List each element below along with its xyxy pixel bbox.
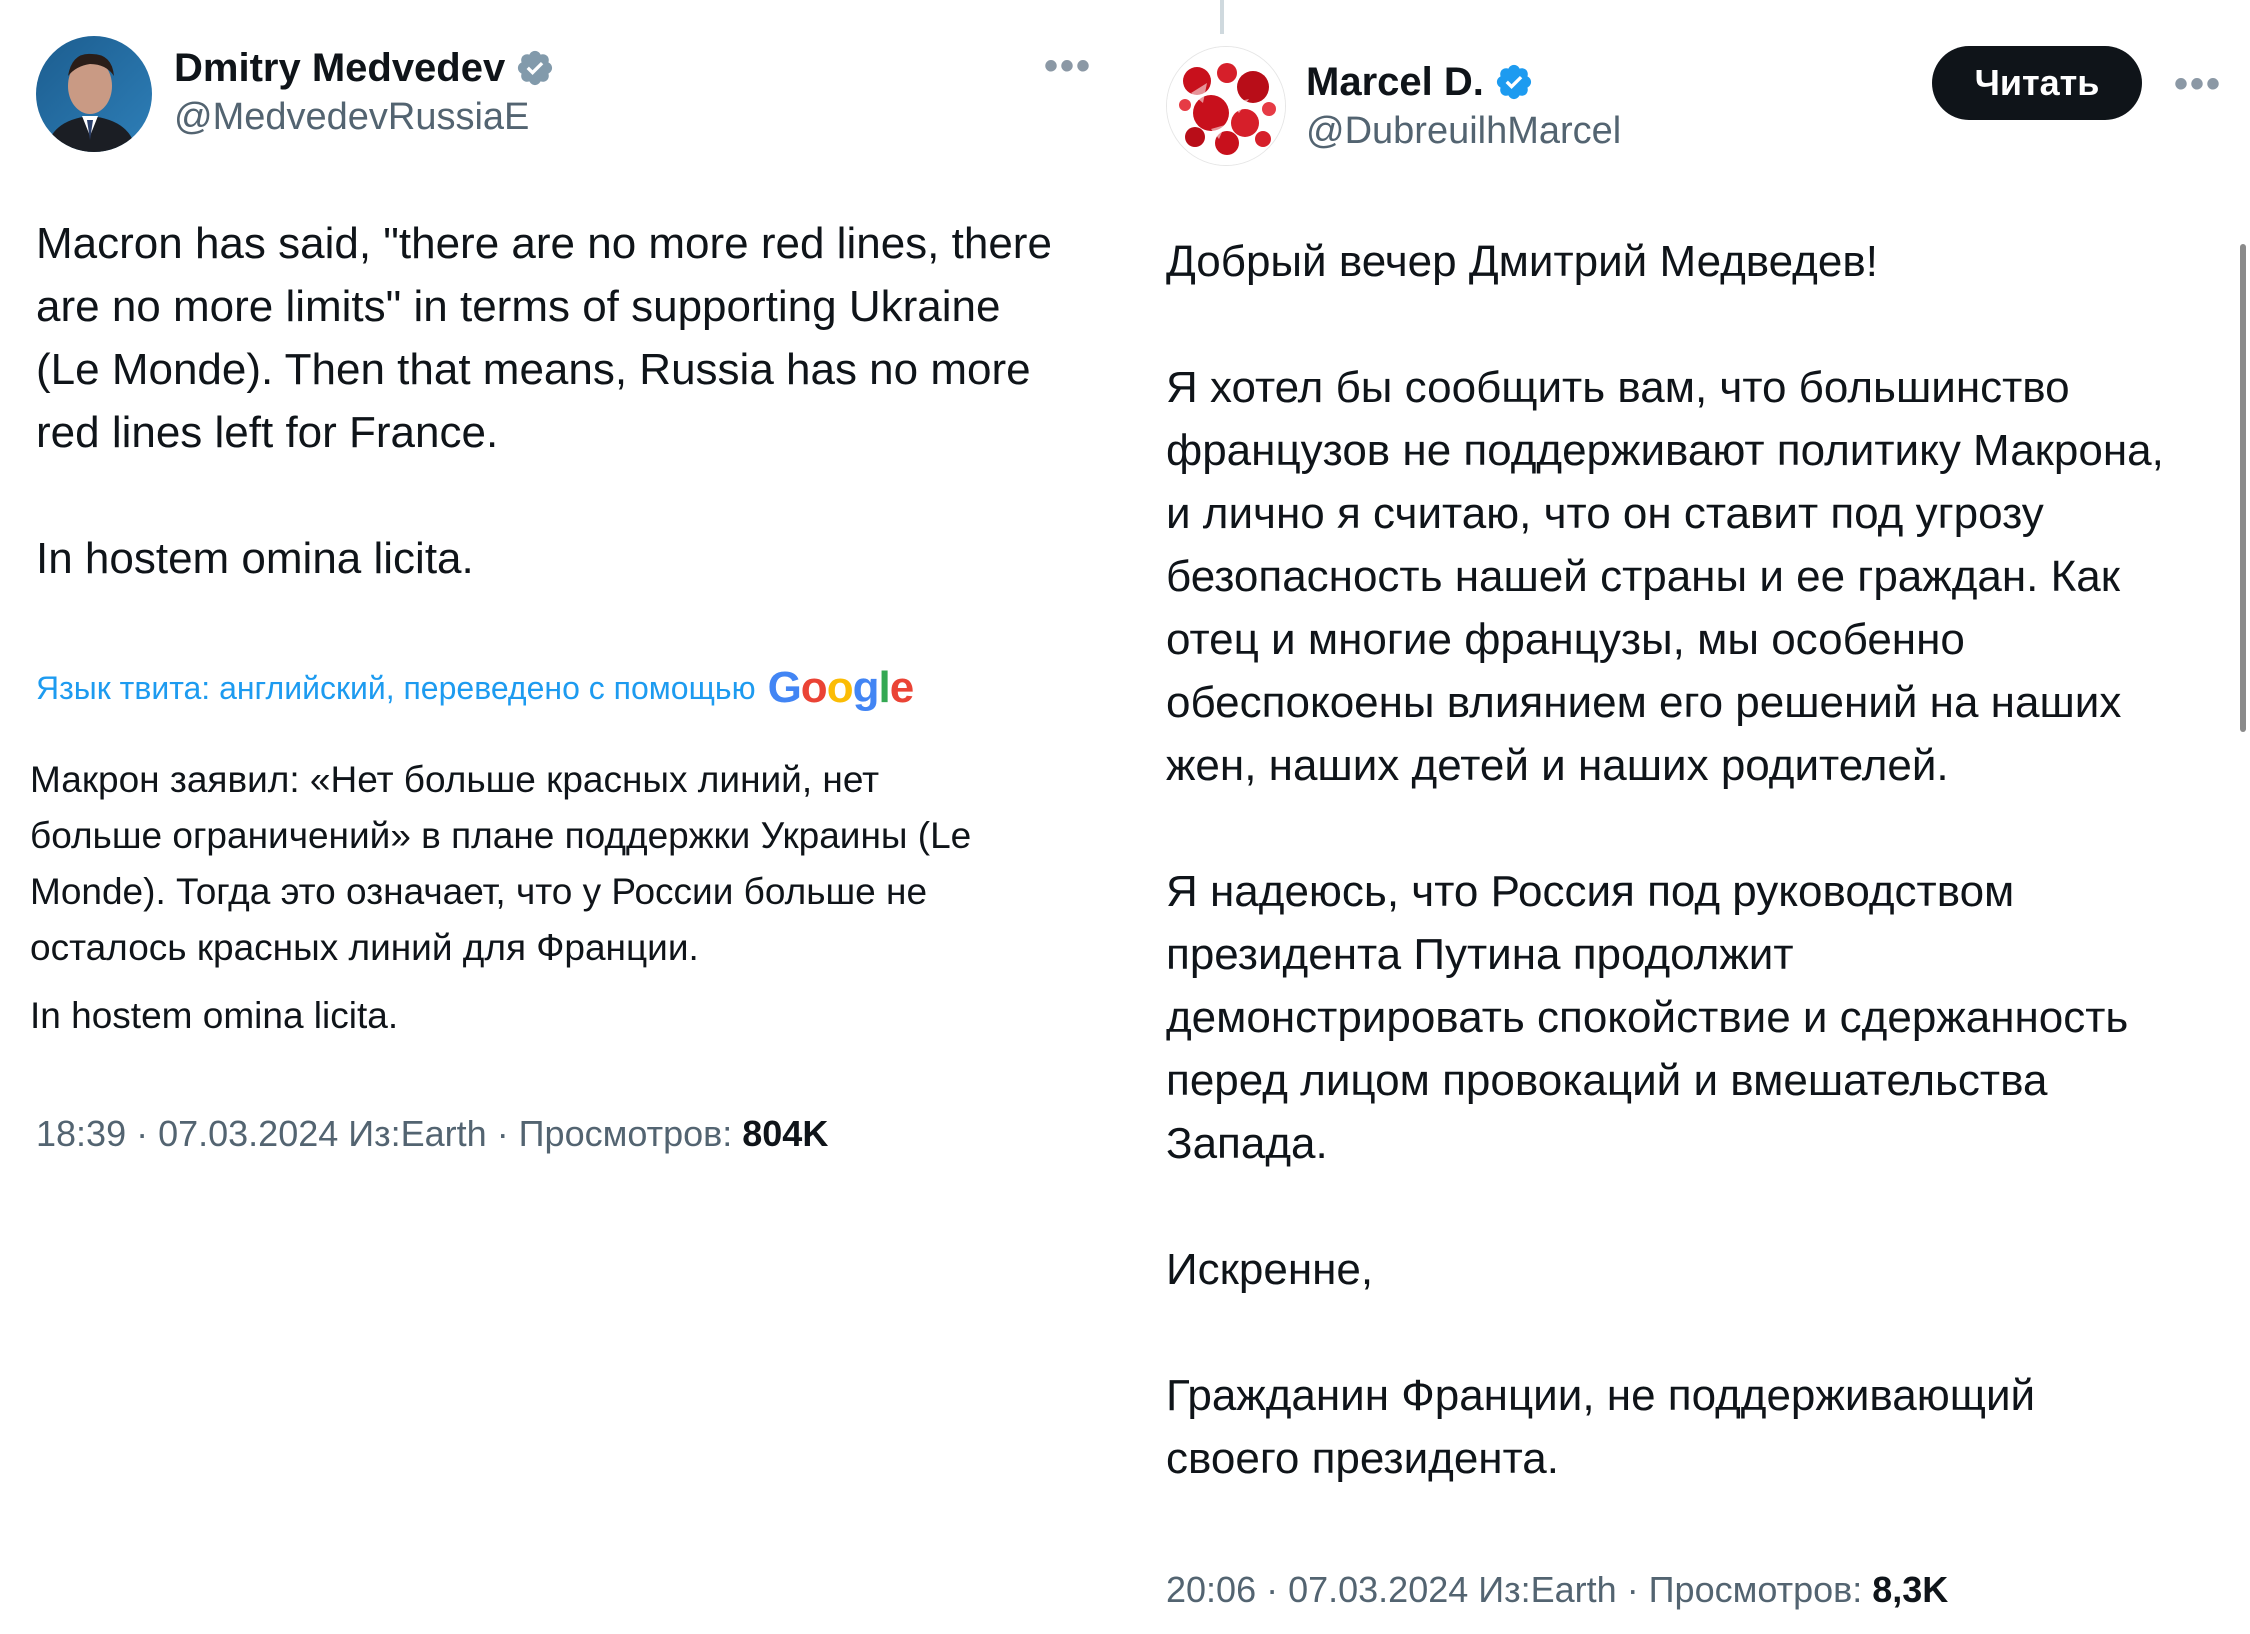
verified-badge-icon — [1494, 62, 1534, 102]
more-options-icon[interactable]: ••• — [2174, 64, 2222, 104]
tweet-timestamp[interactable]: 18:39 · 07.03.2024 Из:Earth · Просмотров… — [36, 1113, 732, 1154]
author-name-row[interactable]: Dmitry Medvedev — [174, 44, 555, 92]
verified-badge-icon — [515, 48, 555, 88]
left-tweet-panel: Dmitry Medvedev @MedvedevRussiaE ••• Mac… — [0, 0, 1124, 1634]
tweet-meta[interactable]: 20:06 · 07.03.2024 Из:Earth · Просмотров… — [1166, 1568, 1948, 1612]
right-tweet-panel: Marcel D. @DubreuilhMarcel Читать ••• До… — [1124, 0, 2250, 1634]
tweet-timestamp[interactable]: 20:06 · 07.03.2024 Из:Earth · Просмотров… — [1166, 1569, 1862, 1610]
author-name[interactable]: Dmitry Medvedev — [174, 44, 505, 92]
author-name-row[interactable]: Marcel D. — [1306, 58, 1534, 106]
author-handle[interactable]: @MedvedevRussiaE — [174, 94, 529, 140]
view-count: 8,3K — [1872, 1569, 1949, 1610]
thread-connector-line — [1220, 0, 1224, 34]
more-options-icon[interactable]: ••• — [1044, 46, 1092, 86]
medvedev-avatar[interactable] — [36, 36, 152, 152]
tweet-text: Macron has said, "there are no more red … — [36, 219, 1052, 583]
translation-note[interactable]: Язык твита: английский, переведено с пом… — [36, 663, 915, 712]
translated-text: Макрон заявил: «Нет больше красных линий… — [30, 759, 972, 968]
author-name[interactable]: Marcel D. — [1306, 58, 1484, 106]
translated-text-closing: In hostem omina licita. — [30, 995, 399, 1036]
author-handle[interactable]: @DubreuilhMarcel — [1306, 108, 1621, 154]
tweet-meta[interactable]: 18:39 · 07.03.2024 Из:Earth · Просмотров… — [36, 1112, 828, 1156]
view-count: 804K — [742, 1113, 829, 1154]
translation-note-text[interactable]: Язык твита: английский, переведено с пом… — [36, 666, 756, 710]
scrollbar-thumb[interactable] — [2240, 244, 2246, 732]
tweet-text: Добрый вечер Дмитрий Медведев! Я хотел б… — [1166, 237, 2164, 1483]
marcel-avatar[interactable] — [1166, 46, 1286, 166]
follow-button[interactable]: Читать — [1932, 46, 2142, 120]
google-logo: Google — [767, 663, 915, 712]
